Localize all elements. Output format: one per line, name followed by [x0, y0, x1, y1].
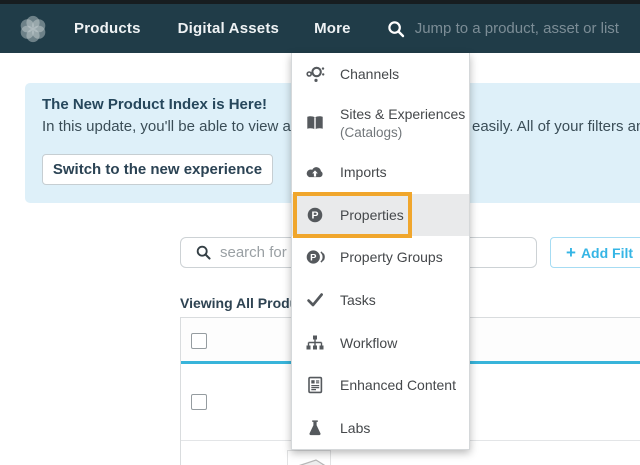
menu-item-label: Imports [340, 164, 387, 180]
menu-item-label: Labs [340, 420, 370, 436]
menu-item-properties[interactable]: P Properties [292, 194, 469, 236]
plus-icon: + [566, 244, 576, 261]
svg-text:P: P [310, 252, 317, 263]
svg-text:P: P [311, 210, 318, 222]
menu-item-label: Properties [340, 207, 404, 223]
row-checkbox[interactable] [191, 394, 207, 410]
enhanced-content-icon [305, 375, 325, 395]
checkmark-icon [305, 290, 325, 310]
more-dropdown-menu: Channels Sites & Experiences (Catalogs) … [291, 53, 470, 450]
menu-item-label: Channels [340, 66, 399, 82]
menu-item-property-groups[interactable]: P Property Groups [292, 236, 469, 278]
add-filter-button[interactable]: + Add Filt [550, 237, 640, 268]
menu-item-label: Tasks [340, 292, 376, 308]
menu-item-sublabel: (Catalogs) [340, 125, 465, 140]
menu-item-labs[interactable]: Labs [292, 406, 469, 449]
search-icon [196, 245, 211, 260]
select-all-checkbox[interactable] [191, 333, 207, 349]
menu-item-label: Property Groups [340, 249, 443, 265]
product-thumbnail[interactable] [287, 450, 331, 465]
nav-item-products[interactable]: Products [74, 20, 141, 37]
properties-icon: P [305, 205, 325, 225]
menu-item-text: Sites & Experiences (Catalogs) [340, 106, 465, 140]
menu-item-tasks[interactable]: Tasks [292, 278, 469, 321]
menu-item-imports[interactable]: Imports [292, 150, 469, 194]
banner-title: The New Product Index is Here! [42, 96, 267, 113]
top-navigation-bar: Products Digital Assets More [0, 0, 640, 53]
menu-item-sites-experiences[interactable]: Sites & Experiences (Catalogs) [292, 95, 469, 150]
menu-item-channels[interactable]: Channels [292, 53, 469, 95]
nav-item-digital-assets[interactable]: Digital Assets [178, 20, 279, 37]
workflow-hierarchy-icon [305, 333, 325, 353]
add-filter-label: Add Filt [581, 245, 633, 261]
banner-body-text-continued: easily. All of your filters an [472, 118, 640, 135]
flask-icon [305, 418, 325, 438]
property-groups-icon: P [305, 247, 325, 267]
search-icon [387, 20, 405, 38]
menu-item-label: Enhanced Content [340, 377, 456, 393]
banner-body-text: In this update, you'll be able to view a [42, 118, 291, 135]
menu-item-enhanced-content[interactable]: Enhanced Content [292, 364, 469, 406]
channels-icon [305, 64, 325, 84]
app-logo-icon[interactable] [17, 13, 49, 45]
viewing-all-products-label: Viewing All Produ [180, 295, 298, 311]
open-book-icon [305, 113, 325, 133]
menu-item-label: Workflow [340, 335, 397, 351]
menu-item-workflow[interactable]: Workflow [292, 321, 469, 364]
global-search-input[interactable] [415, 20, 640, 37]
switch-experience-button[interactable]: Switch to the new experience [42, 154, 273, 185]
menu-item-label: Sites & Experiences [340, 106, 465, 122]
cloud-upload-icon [305, 162, 325, 182]
nav-item-more[interactable]: More [314, 20, 351, 37]
